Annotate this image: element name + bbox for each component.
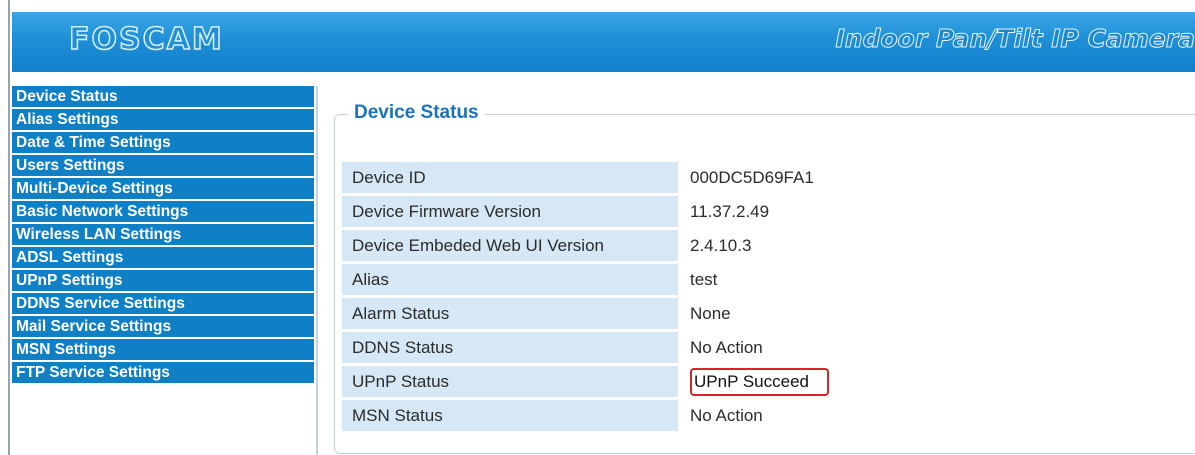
- row-label: UPnP Status: [342, 366, 678, 397]
- row-label: Alarm Status: [342, 298, 678, 329]
- header-banner: FOSCAM Indoor Pan/Tilt IP Camera: [12, 12, 1195, 72]
- sidebar-item-device-status[interactable]: Device Status: [12, 86, 314, 107]
- sidebar-item-mail-service-settings[interactable]: Mail Service Settings: [12, 316, 314, 337]
- product-name: Indoor Pan/Tilt IP Camera: [835, 24, 1195, 54]
- sidebar-item-ftp-service-settings[interactable]: FTP Service Settings: [12, 362, 314, 383]
- row-value: None: [678, 298, 1195, 329]
- sidebar-item-basic-network-settings[interactable]: Basic Network Settings: [12, 201, 314, 222]
- table-row: Alias test: [342, 264, 1195, 295]
- row-label: Alias: [342, 264, 678, 295]
- table-row: UPnP Status UPnP Succeed: [342, 366, 1195, 397]
- foscam-logo: FOSCAM: [68, 21, 224, 58]
- sidebar-item-ddns-service-settings[interactable]: DDNS Service Settings: [12, 293, 314, 314]
- row-label: Device ID: [342, 162, 678, 193]
- table-row: DDNS Status No Action: [342, 332, 1195, 363]
- table-row: Device Firmware Version 11.37.2.49: [342, 196, 1195, 227]
- table-row: Device ID 000DC5D69FA1: [342, 162, 1195, 193]
- row-value: 11.37.2.49: [678, 196, 1195, 227]
- row-label: Device Firmware Version: [342, 196, 678, 227]
- sidebar-item-adsl-settings[interactable]: ADSL Settings: [12, 247, 314, 268]
- row-value: No Action: [678, 332, 1195, 363]
- row-value: 2.4.10.3: [678, 230, 1195, 261]
- sidebar-item-wireless-lan-settings[interactable]: Wireless LAN Settings: [12, 224, 314, 245]
- table-row: Alarm Status None: [342, 298, 1195, 329]
- camera-web-ui: FOSCAM Indoor Pan/Tilt IP Camera Device …: [0, 0, 1195, 455]
- sidebar-menu: Device Status Alias Settings Date & Time…: [12, 86, 314, 455]
- row-value: UPnP Succeed: [678, 366, 1195, 397]
- window-left-edge: [0, 0, 10, 455]
- row-value: 000DC5D69FA1: [678, 162, 1195, 193]
- sidebar-item-date-time-settings[interactable]: Date & Time Settings: [12, 132, 314, 153]
- table-row: Device Embeded Web UI Version 2.4.10.3: [342, 230, 1195, 261]
- table-row: MSN Status No Action: [342, 400, 1195, 431]
- sidebar-item-alias-settings[interactable]: Alias Settings: [12, 109, 314, 130]
- sidebar-item-multi-device-settings[interactable]: Multi-Device Settings: [12, 178, 314, 199]
- section-title: Device Status: [348, 102, 485, 124]
- row-value: No Action: [678, 400, 1195, 431]
- upnp-status-highlight: UPnP Succeed: [690, 368, 829, 396]
- main-content: Device Status Device ID 000DC5D69FA1 Dev…: [332, 92, 1195, 455]
- sidebar-item-msn-settings[interactable]: MSN Settings: [12, 339, 314, 360]
- sidebar-divider: [316, 86, 318, 455]
- row-label: MSN Status: [342, 400, 678, 431]
- sidebar-item-users-settings[interactable]: Users Settings: [12, 155, 314, 176]
- device-status-table: Device ID 000DC5D69FA1 Device Firmware V…: [342, 162, 1195, 434]
- sidebar-item-upnp-settings[interactable]: UPnP Settings: [12, 270, 314, 291]
- row-label: DDNS Status: [342, 332, 678, 363]
- row-label: Device Embeded Web UI Version: [342, 230, 678, 261]
- row-value: test: [678, 264, 1195, 295]
